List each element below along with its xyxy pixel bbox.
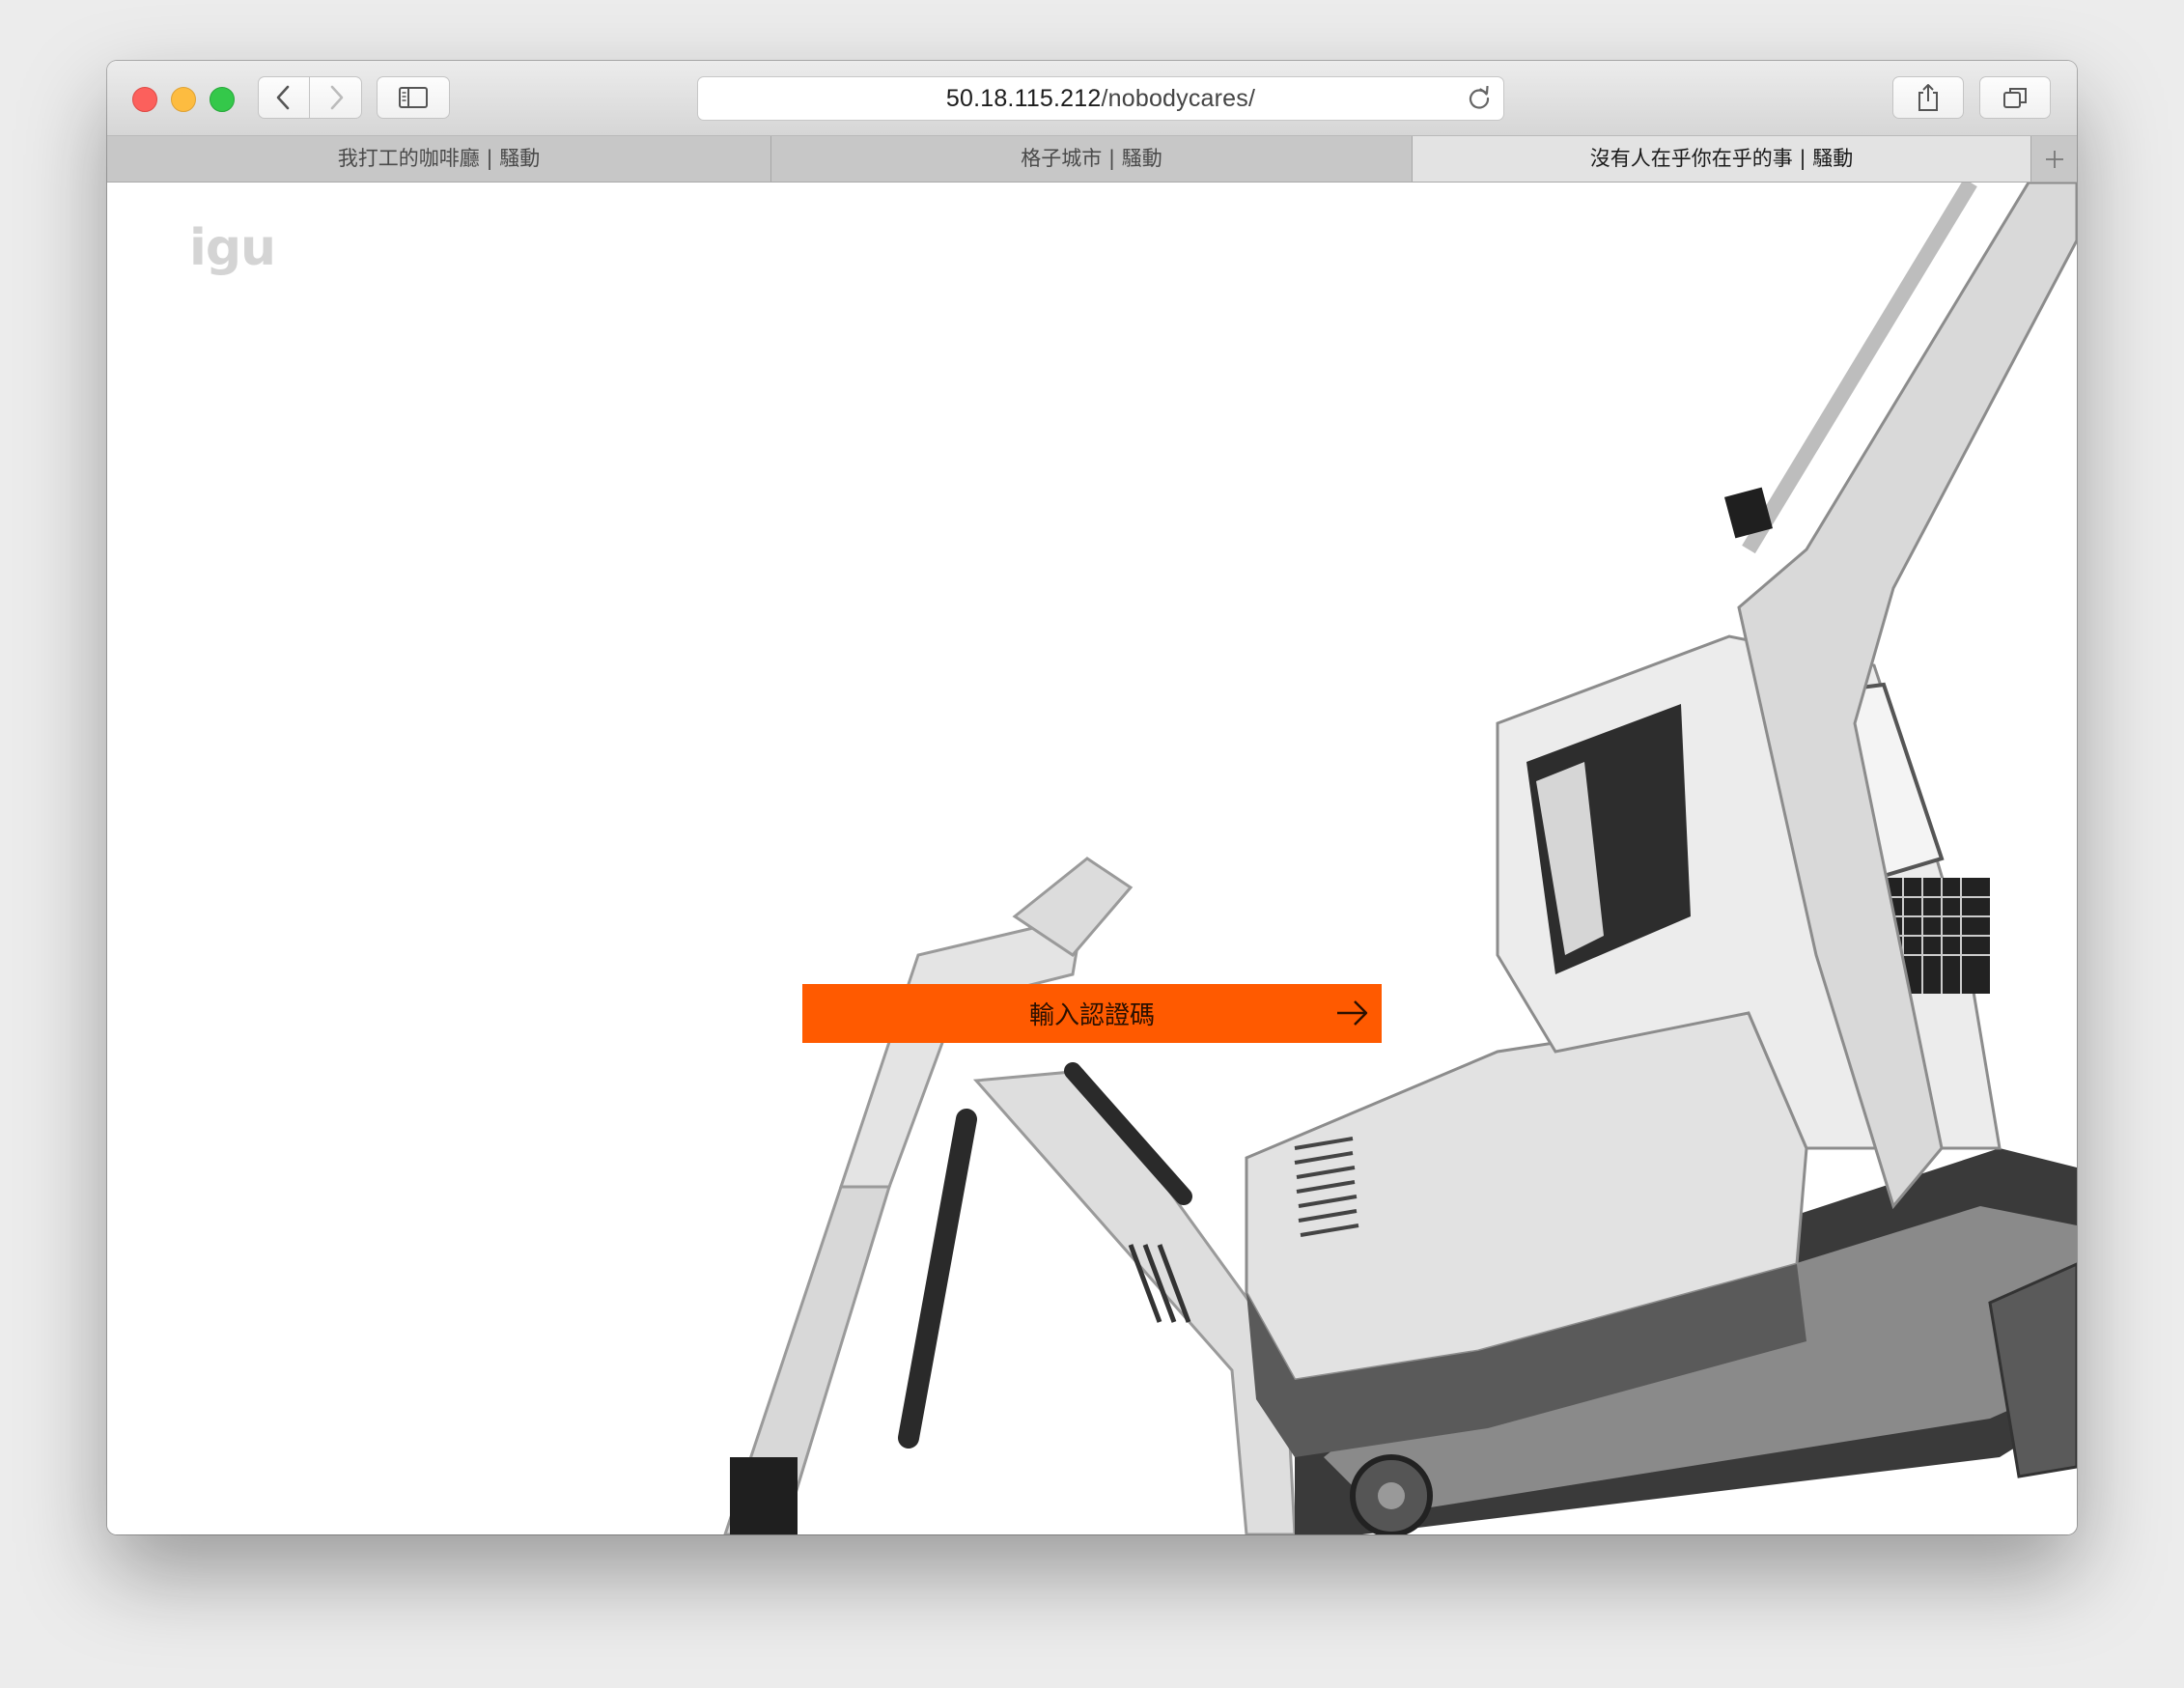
enter-code-button[interactable]: 輸入認證碼 [802,984,1382,1043]
share-button[interactable] [1892,76,1964,119]
tab-overview-button[interactable] [1979,76,2051,119]
left-excavator-arm [723,857,1297,1534]
tab-bar: 我打工的咖啡廳 | 騷動 格子城市 | 騷動 沒有人在乎你在乎的事 | 騷動 [107,136,2077,183]
address-text: 50.18.115.212/nobodycares/ [698,77,1503,120]
plus-icon [2045,150,2063,168]
forward-button[interactable] [310,76,362,119]
address-bar[interactable]: 50.18.115.212/nobodycares/ [697,76,1504,121]
browser-window: 50.18.115.212/nobodycares/ 我打工的咖啡廳 | 騷動 … [107,61,2077,1534]
tab-cafe[interactable]: 我打工的咖啡廳 | 騷動 [107,136,771,182]
share-icon [1918,84,1938,111]
address-host: 50.18.115.212 [945,85,1102,112]
zoom-window-button[interactable] [210,87,235,112]
sidebar-icon [399,87,428,108]
enter-code-label: 輸入認證碼 [1028,1001,1155,1030]
sidebar-toggle-button[interactable] [377,76,450,119]
arrow-right-icon [1337,1000,1368,1026]
back-button[interactable] [258,76,310,119]
tab-overview-icon [2003,88,2027,108]
minimize-window-button[interactable] [171,87,196,112]
close-window-button[interactable] [132,87,157,112]
new-tab-button[interactable] [2031,136,2077,182]
chevron-left-icon [276,85,290,110]
address-path: /nobodycares/ [1101,85,1256,112]
chevron-right-icon [330,85,343,110]
tab-grid-city[interactable]: 格子城市 | 騷動 [771,136,1413,182]
right-excavator-body [1245,183,2077,1534]
browser-toolbar: 50.18.115.212/nobodycares/ [107,61,2077,136]
excavator-illustration [723,183,2077,1534]
site-logo[interactable]: igu [189,219,276,277]
tab-nobody-cares[interactable]: 沒有人在乎你在乎的事 | 騷動 [1413,136,2031,182]
reload-icon[interactable] [1467,86,1492,111]
page-content: igu 輸入認證碼 [107,183,2077,1534]
